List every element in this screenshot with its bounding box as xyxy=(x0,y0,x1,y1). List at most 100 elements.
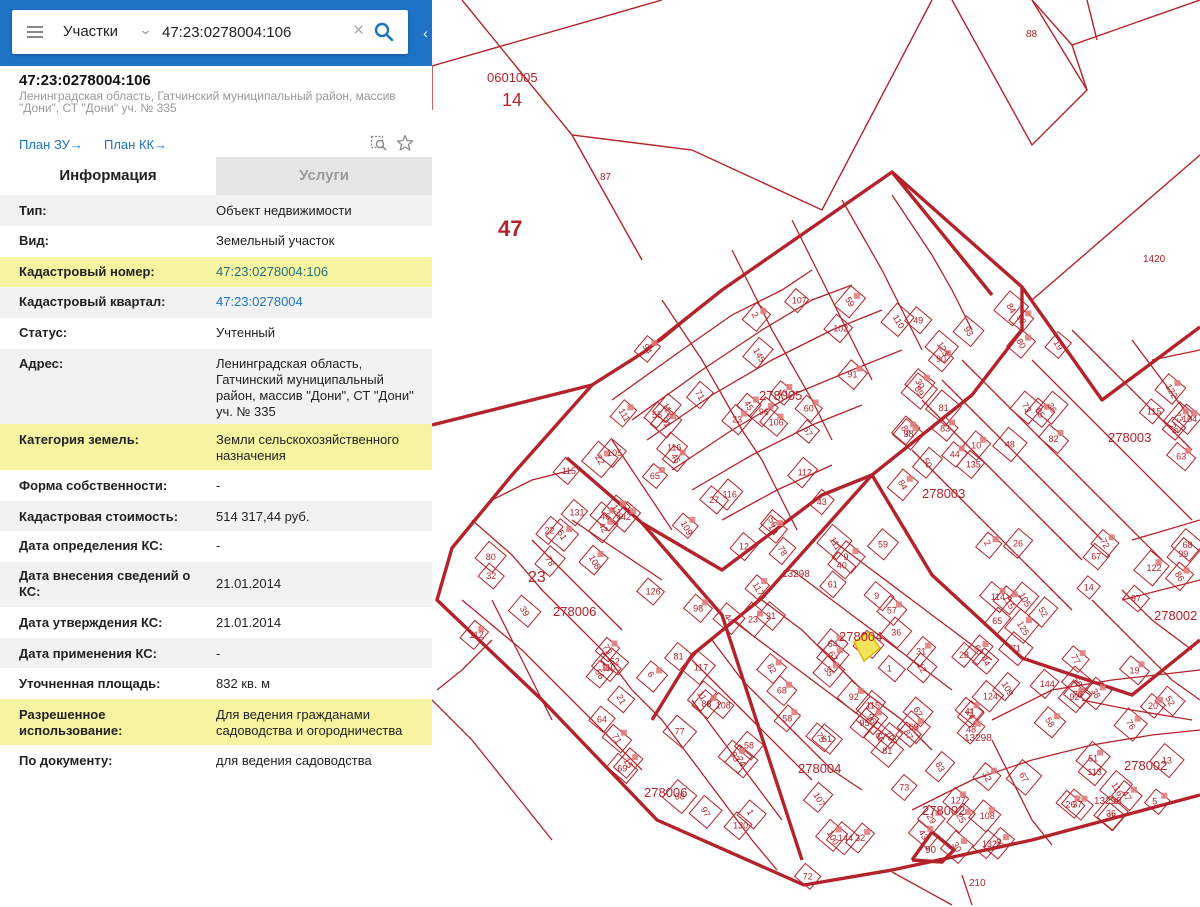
parcel-number: 115 xyxy=(1147,406,1161,416)
parcel-number: 114 xyxy=(991,592,1005,602)
parcel-number: 52 xyxy=(1036,605,1050,619)
building xyxy=(1174,380,1181,386)
building xyxy=(760,308,767,314)
building xyxy=(611,640,618,647)
property-row: Дата применения КС: - xyxy=(0,638,432,668)
property-label: Дата утверждения КС: xyxy=(19,615,163,630)
menu-icon[interactable] xyxy=(27,26,43,38)
search-input[interactable] xyxy=(162,19,352,45)
parcel-number: 20 xyxy=(1148,701,1158,711)
cadastral-map[interactable]: 91 92 93 100 116 95 96 97 98 12 10 19 30 36 38 42 43 44 24… xyxy=(432,0,1200,907)
property-label: Кадастровая стоимость: xyxy=(19,509,179,524)
zoom-to-object-icon[interactable] xyxy=(370,134,388,152)
property-value: 514 317,44 руб. xyxy=(216,509,310,524)
parcel-number: 12 xyxy=(739,542,749,552)
search-category-select[interactable]: Участки xyxy=(63,23,118,40)
property-value: - xyxy=(216,646,221,661)
parcel-number: 81 xyxy=(674,652,684,662)
property-value: Ленинградская область, Гатчинский муници… xyxy=(216,356,414,419)
parcel-label: 13298 xyxy=(782,569,810,580)
plan-zu-link[interactable]: План ЗУ→ xyxy=(19,137,83,152)
parcel-number: 36 xyxy=(891,628,901,638)
parcel-number: 82 xyxy=(1049,434,1059,444)
plan-kk-link[interactable]: План КК→ xyxy=(104,137,167,152)
parcel-number: 145 xyxy=(751,346,767,364)
parcel-number: 68 xyxy=(777,686,787,696)
parcel-label: 1420 xyxy=(1143,254,1166,265)
building xyxy=(1003,834,1010,841)
parcel-number: 78 xyxy=(543,554,557,568)
quarter-label: 278003 xyxy=(922,486,965,501)
building xyxy=(651,339,658,346)
property-label: Кадастровый номер: xyxy=(19,264,155,279)
property-row: Дата утверждения КС: 21.01.2014 xyxy=(0,607,432,638)
property-value: Земельный участок xyxy=(216,233,335,248)
property-value: - xyxy=(216,538,221,553)
parcel-number: 126 xyxy=(646,587,661,597)
parcel-number: 93 xyxy=(962,324,976,338)
parcel-number: 1 xyxy=(745,808,756,817)
building xyxy=(960,838,967,844)
property-value: Учтенный xyxy=(216,325,276,340)
parcel-number: 32 xyxy=(855,833,865,843)
parcel-number: 131 xyxy=(570,508,585,518)
building xyxy=(1025,310,1032,317)
search-box: Участки ⌄ × xyxy=(12,10,408,54)
parcel-number: 55 xyxy=(652,410,662,420)
clear-icon[interactable]: × xyxy=(353,20,364,42)
chevron-down-icon[interactable]: ⌄ xyxy=(138,22,152,38)
property-label: Вид: xyxy=(19,233,49,248)
collapse-panel-button[interactable]: ‹ xyxy=(419,22,432,44)
parcel-number: 83 xyxy=(940,424,950,434)
parcel-number: 48 xyxy=(1005,440,1015,450)
property-row: Статус: Учтенный xyxy=(0,318,432,349)
property-label: Уточненная площадь: xyxy=(19,676,161,691)
building xyxy=(991,767,997,774)
property-value: 832 кв. м xyxy=(216,676,271,691)
parcel-number: 71 xyxy=(1011,644,1021,654)
parcel-number: 115 xyxy=(562,466,576,476)
parcel-number: 57 xyxy=(887,606,897,616)
property-value: 21.01.2014 xyxy=(216,615,282,630)
parcel-number: 26 xyxy=(1167,422,1181,436)
building xyxy=(832,662,839,669)
parcel-number: 88 xyxy=(702,699,712,709)
parcel-number: 73 xyxy=(899,783,909,793)
building xyxy=(1130,786,1137,793)
parcel-number: 112 xyxy=(798,468,812,478)
property-row: Вид: Земельный участок xyxy=(0,226,432,257)
parcel-number: 67 xyxy=(1017,770,1031,784)
search-icon[interactable] xyxy=(373,21,395,43)
parcel-number: 1 xyxy=(887,664,892,674)
parcel-number: 81 xyxy=(939,403,949,413)
quarter-label: 278006 xyxy=(553,604,596,619)
star-icon[interactable] xyxy=(396,134,414,152)
parcel-number: 9 xyxy=(874,591,879,601)
property-row: Кадастровая стоимость: 514 317,44 руб. xyxy=(0,501,432,531)
building xyxy=(566,526,573,533)
parcel-number: 44 xyxy=(950,449,960,459)
building xyxy=(656,667,663,674)
map-canvas[interactable]: 9192931001169596979812101930363842434424… xyxy=(432,0,1200,907)
parcel-number: 107 xyxy=(811,790,827,808)
property-row: Дата внесения сведений о КС: 21.01.2014 xyxy=(0,562,432,607)
search-bar: Участки ⌄ × ‹ xyxy=(0,0,432,66)
property-label: Категория земель: xyxy=(19,432,140,447)
region-label: 47 xyxy=(498,216,522,241)
quarter-label: 278003 xyxy=(1108,430,1151,445)
cadastral-number-link[interactable]: 47:23:0278004:106 xyxy=(216,264,421,280)
tab-services[interactable]: Услуги xyxy=(216,157,432,195)
parcel-number: 14 xyxy=(1084,582,1094,592)
parcel-number: 61 xyxy=(828,579,838,589)
building xyxy=(1134,715,1141,722)
parcel-number: 106 xyxy=(769,418,784,428)
building xyxy=(752,396,759,403)
parcel-number: 65 xyxy=(650,471,660,481)
tab-information[interactable]: Информация xyxy=(0,157,216,195)
parcel-number: 19 xyxy=(1130,665,1140,675)
parcel-number: 97 xyxy=(1131,594,1141,604)
property-label: Форма собственности: xyxy=(19,478,168,493)
parcel-number: 105 xyxy=(607,448,622,458)
cadastral-quarter-link[interactable]: 47:23:0278004 xyxy=(216,294,421,310)
property-row: Кадастровый квартал: 47:23:0278004 xyxy=(0,287,432,318)
